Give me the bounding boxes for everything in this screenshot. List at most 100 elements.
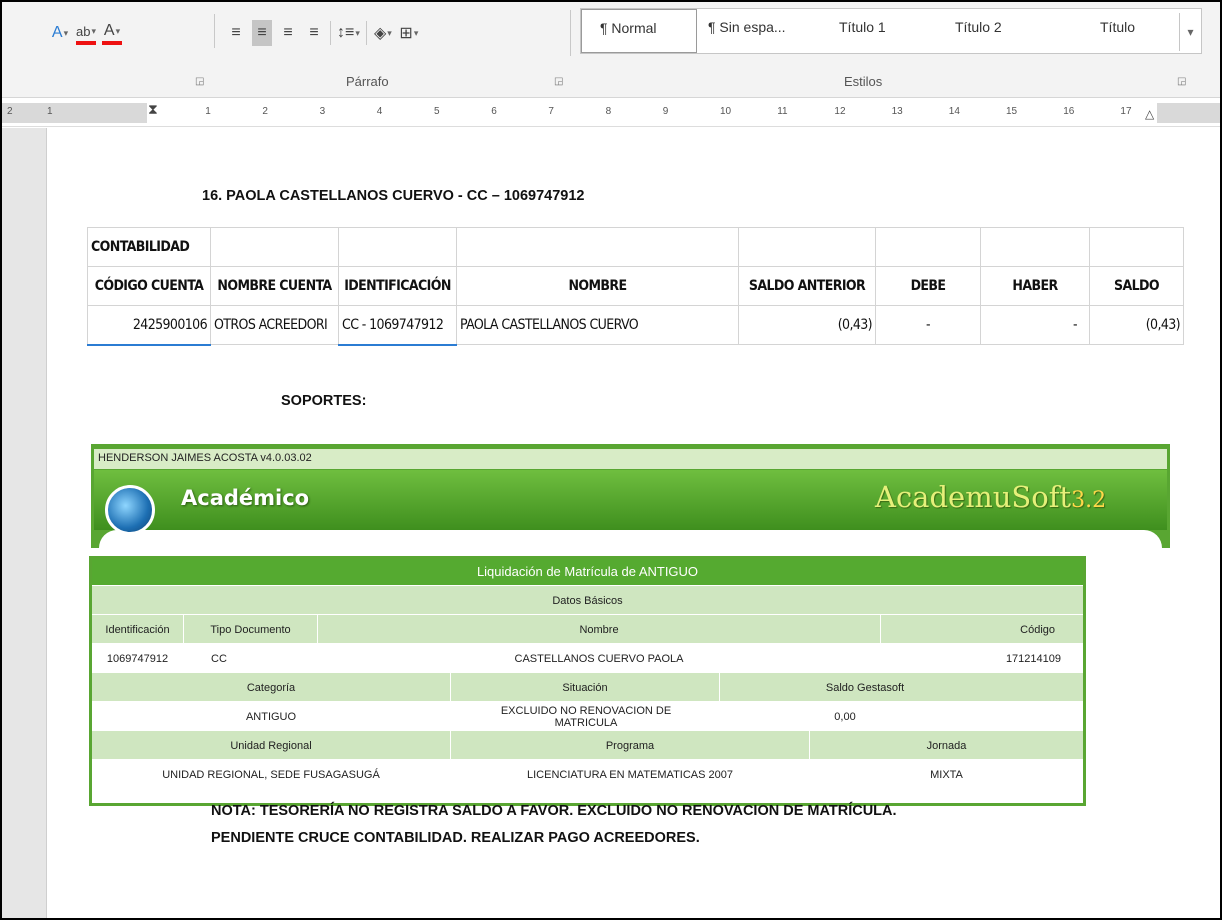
table-header: SALDO: [1089, 266, 1184, 306]
table-cell: PAOLA CASTELLANOS CUERVO: [456, 305, 739, 345]
style-normal[interactable]: ¶ Normal: [581, 9, 697, 53]
section-row: Datos Básicos: [92, 585, 1083, 614]
style-titulo-1[interactable]: Título 1: [839, 19, 886, 35]
col-header: Código: [1020, 623, 1055, 636]
ruler-number: 1: [205, 106, 211, 117]
header-row: Unidad Regional Programa Jornada: [92, 730, 1083, 760]
note-line: PENDIENTE CRUCE CONTABILIDAD. REALIZAR P…: [211, 830, 700, 846]
shading-icon[interactable]: ◈ ▾: [373, 20, 393, 46]
ruler-number: 5: [434, 106, 440, 117]
table-header-row: CÓDIGO CUENTA NOMBRE CUENTA IDENTIFICACI…: [87, 266, 1184, 306]
header-row: Identificación Tipo Documento Nombre Cód…: [92, 614, 1083, 644]
brand-logo: AcademuSoft3.2: [875, 480, 1106, 514]
style-titulo[interactable]: Título: [1100, 19, 1135, 35]
style-sin-espaciado[interactable]: ¶ Sin espa...: [708, 19, 786, 35]
ruler-number: 3: [319, 106, 326, 117]
col-header: Nombre: [579, 623, 619, 636]
data-cell: LICENCIATURA EN MATEMATICAS 2007: [527, 768, 733, 781]
borders-icon[interactable]: ⊞ ▾: [399, 20, 419, 46]
ruler-margin-left: [2, 103, 147, 123]
align-left-icon[interactable]: ≡: [226, 20, 246, 46]
ruler-number: 4: [376, 106, 383, 117]
ruler-number: 2: [262, 106, 268, 117]
table-cell: (0,43): [738, 305, 876, 345]
table-row: 2425900106 OTROS ACREEDORI CC - 10697479…: [87, 305, 1184, 346]
font-color-icon[interactable]: A ▾: [102, 21, 122, 45]
data-cell: 0,00: [834, 710, 856, 723]
line-spacing-icon[interactable]: ↕≡ ▾: [337, 20, 360, 46]
col-header: Unidad Regional: [230, 739, 312, 752]
brand-name: AcademuSoft: [875, 480, 1072, 514]
ruler-number: 15: [1006, 106, 1018, 117]
data-cell: 1069747912: [106, 652, 169, 665]
module-title: Académico: [181, 486, 310, 510]
ruler-number: 6: [491, 106, 497, 117]
ribbon: A ▾ ab ▾ A ▾ ≡ ≡ ≡ ≡ ↕≡ ▾ ◈ ▾ ⊞ ▾ ◲ Párrafo ◲ …: [2, 2, 1220, 98]
ruler-number: 9: [662, 106, 669, 117]
ruler-number: 12: [834, 106, 846, 117]
student-heading: 16. PAOLA CASTELLANOS CUERVO - CC – 1069…: [202, 188, 585, 204]
data-cell: UNIDAD REGIONAL, SEDE FUSAGASUGÁ: [162, 768, 380, 781]
table-header: DEBE: [875, 266, 981, 306]
ruler-number: 13: [891, 106, 903, 117]
accounting-table: CONTABILIDAD CÓDIGO CUENTA NOMBRE CUENTA…: [87, 227, 1184, 346]
col-header: Categoría: [246, 681, 296, 694]
styles-dialog-launcher-icon[interactable]: ◲: [1177, 76, 1186, 87]
col-header: Identificación: [105, 623, 170, 636]
data-cell: CASTELLANOS CUERVO PAOLA: [514, 652, 684, 665]
table-cell: -: [980, 305, 1090, 345]
font-dialog-launcher-icon[interactable]: ◲: [195, 76, 204, 87]
table-row: CONTABILIDAD: [87, 227, 1184, 267]
align-center-icon[interactable]: ≡: [252, 20, 272, 46]
ruler-number: 16: [1063, 106, 1075, 117]
ruler-margin-right: [1157, 103, 1220, 123]
table-cell: (0,43): [1089, 305, 1184, 345]
paragraph-group-label: Párrafo: [346, 74, 389, 89]
col-header: Jornada: [926, 739, 967, 752]
table-cell: CC - 1069747912: [338, 305, 457, 346]
data-row: ANTIGUO EXCLUIDO NO RENOVACION DE MATRIC…: [92, 701, 1083, 730]
paragraph-group: ≡ ≡ ≡ ≡ ↕≡ ▾ ◈ ▾ ⊞ ▾: [226, 20, 419, 46]
table-cell: CONTABILIDAD: [87, 227, 211, 267]
styles-group-label: Estilos: [844, 74, 883, 89]
window-frame: A ▾ ab ▾ A ▾ ≡ ≡ ≡ ≡ ↕≡ ▾ ◈ ▾ ⊞ ▾ ◲ Párrafo ◲ …: [0, 0, 1222, 920]
data-cell: MIXTA: [930, 768, 963, 781]
data-cell: 171214109: [1005, 652, 1061, 665]
table-header: HABER: [980, 266, 1090, 306]
ruler-number: 14: [948, 106, 960, 117]
app-title-bar: HENDERSON JAIMES ACOSTA v4.0.03.02: [94, 449, 1167, 469]
table-header: NOMBRE CUENTA: [210, 266, 339, 306]
align-right-icon[interactable]: ≡: [278, 20, 298, 46]
ruler-number: 17: [1120, 106, 1132, 117]
data-cell: CC: [211, 652, 227, 665]
col-header: Tipo Documento: [210, 623, 291, 636]
highlight-color-icon[interactable]: ab ▾: [76, 21, 96, 45]
indent-marker-icon[interactable]: ⧗: [148, 101, 158, 118]
table-header: IDENTIFICACIÓN: [338, 266, 457, 306]
table-cell: 2425900106: [87, 305, 211, 346]
liquidacion-panel: Liquidación de Matrícula de ANTIGUO Dato…: [89, 556, 1086, 806]
data-cell: EXCLUIDO NO RENOVACION DE MATRICULA: [500, 704, 672, 729]
supports-label: SOPORTES:: [281, 393, 367, 409]
paragraph-dialog-launcher-icon[interactable]: ◲: [554, 76, 563, 87]
right-indent-icon[interactable]: △: [1145, 107, 1154, 121]
header-row: Categoría Situación Saldo Gestasoft: [92, 672, 1083, 702]
table-header: SALDO ANTERIOR: [738, 266, 876, 306]
ruler-number: 1: [47, 106, 53, 117]
justify-icon[interactable]: ≡: [304, 20, 324, 46]
ruler-number: 7: [548, 106, 554, 117]
data-cell: ANTIGUO: [245, 710, 297, 723]
note-line: NOTA: TESORERÍA NO REGISTRA SALDO A FAVO…: [211, 803, 897, 819]
styles-more-icon[interactable]: ▾: [1179, 13, 1201, 51]
ruler-number: 10: [720, 106, 732, 117]
ribbon-separator: [214, 14, 215, 48]
styles-gallery: ¶ Normal ¶ Sin espa... Título 1 Título 2…: [580, 8, 1202, 54]
table-header: NOMBRE: [456, 266, 739, 306]
ruler-number: 2: [7, 106, 13, 117]
data-row: UNIDAD REGIONAL, SEDE FUSAGASUGÁ LICENCI…: [92, 759, 1083, 788]
horizontal-ruler[interactable]: 2 1 1 2 3 4 5 6 7 8 9 10 11 12 13 14 15 16 17 ⧗ △: [2, 99, 1220, 127]
text-effects-icon[interactable]: A ▾: [50, 20, 70, 46]
style-titulo-2[interactable]: Título 2: [955, 19, 1002, 35]
col-header: Situación: [562, 681, 608, 694]
font-format-group: A ▾ ab ▾ A ▾: [50, 20, 122, 46]
